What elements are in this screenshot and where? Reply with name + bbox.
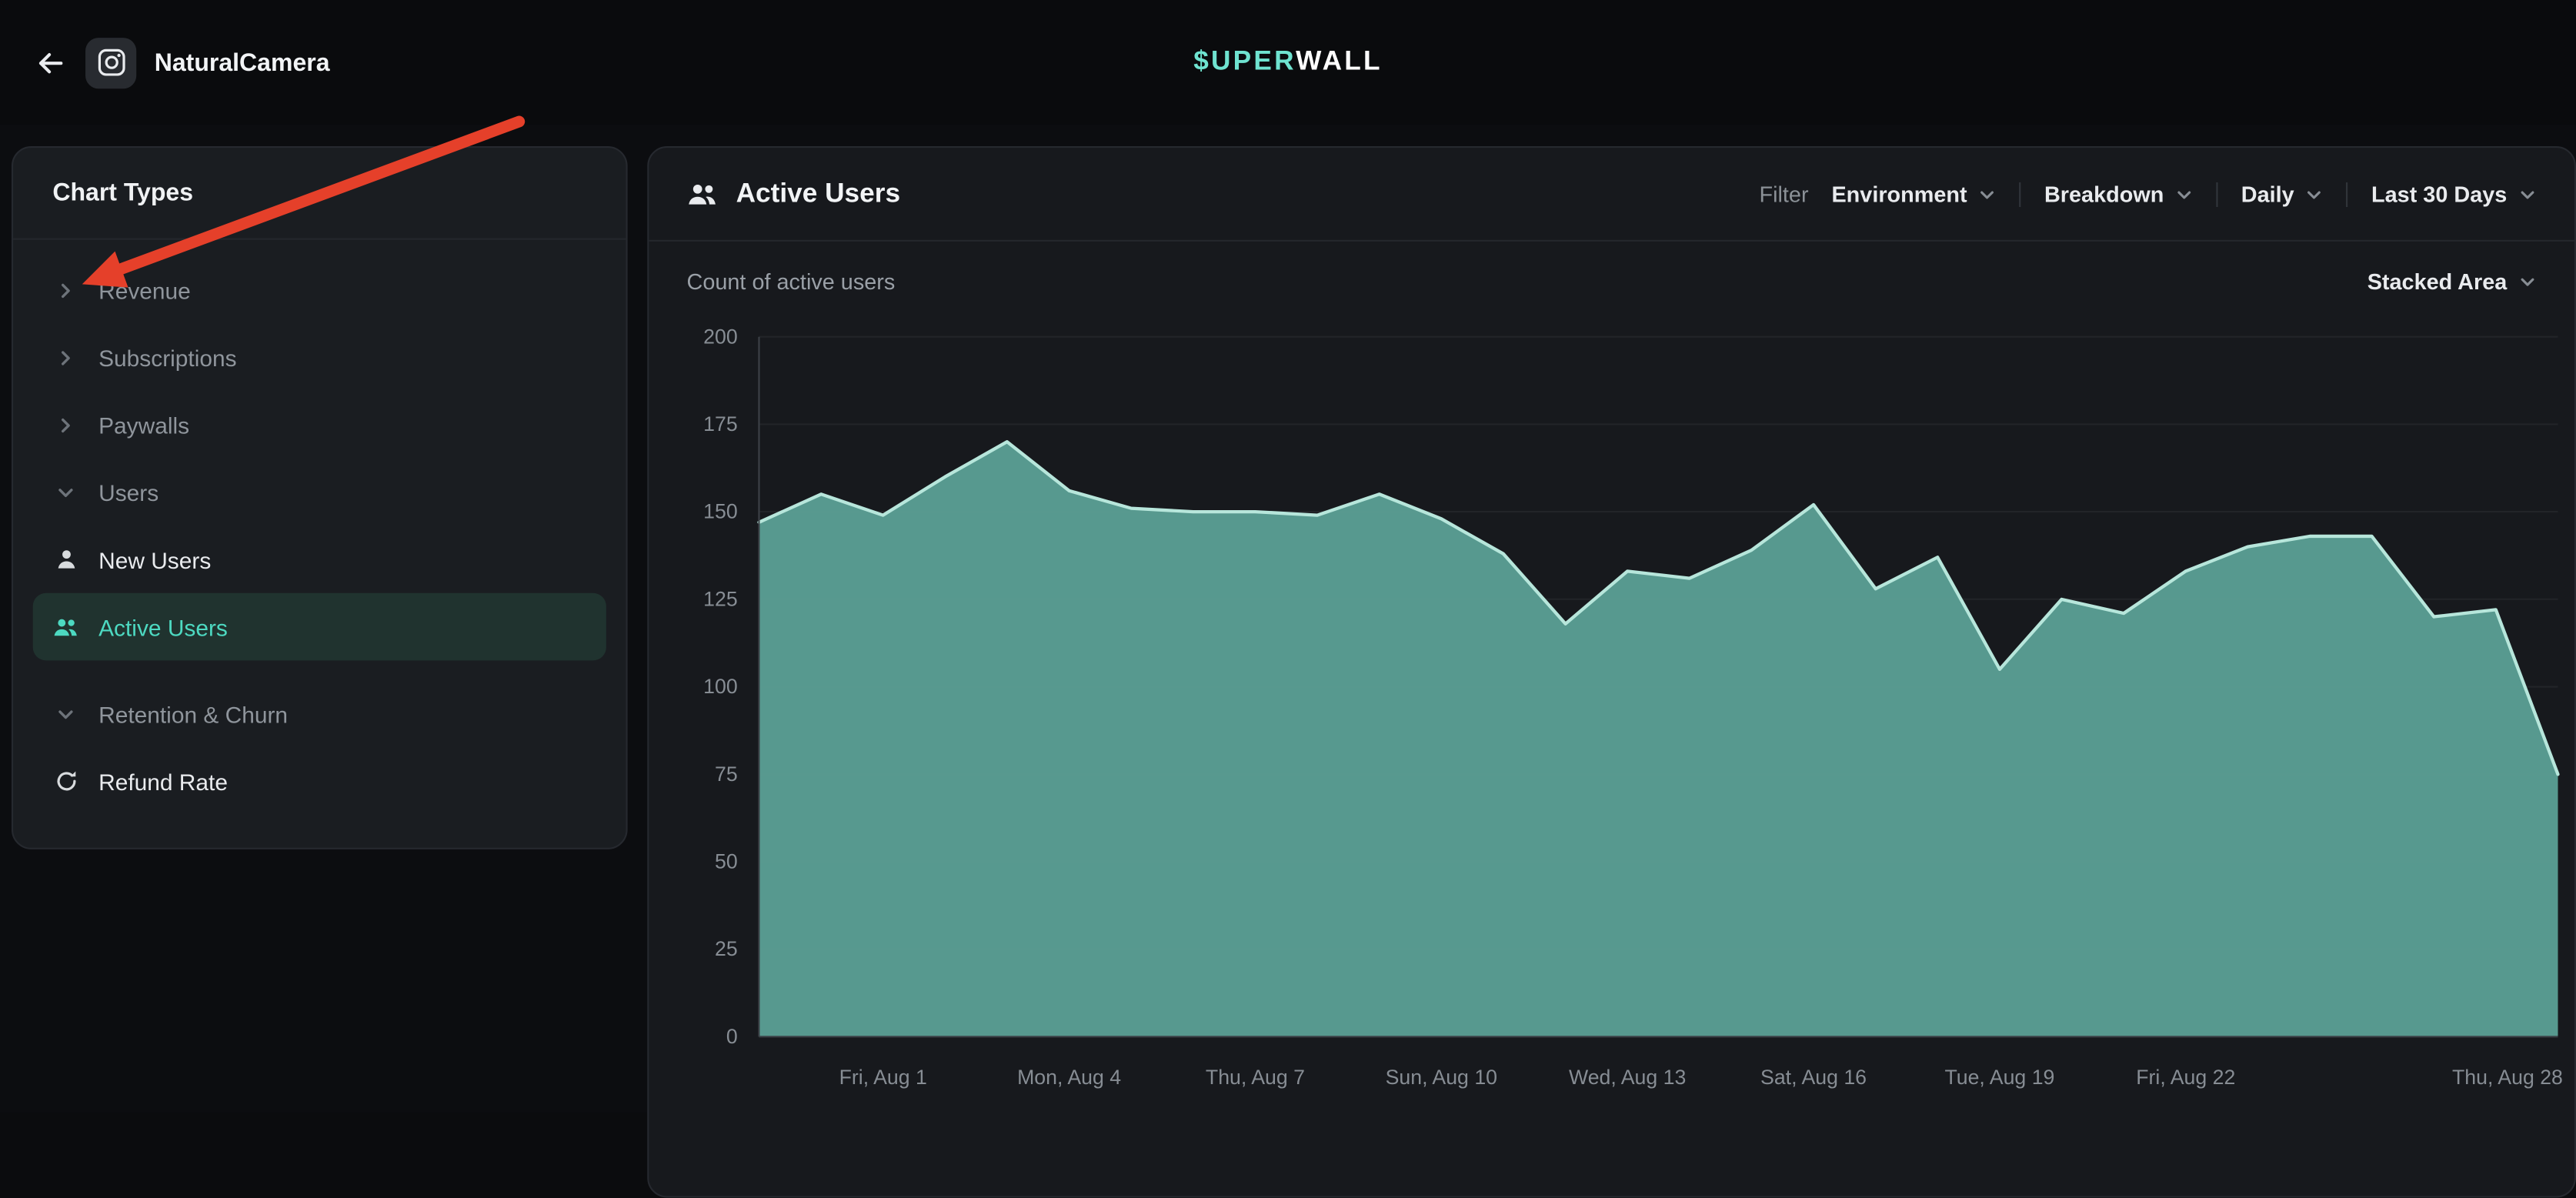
sidebar-item-label: Subscriptions bbox=[98, 344, 236, 370]
chart-panel: Active Users Filter Environment Breakdow… bbox=[647, 146, 2576, 1198]
users-icon bbox=[52, 613, 78, 639]
users-icon bbox=[687, 180, 719, 208]
chart-subtitle: Count of active users bbox=[687, 269, 896, 294]
interval-dropdown[interactable]: Daily bbox=[2241, 182, 2324, 206]
chevron-down-icon bbox=[2518, 185, 2536, 202]
panel-title: Chart Types bbox=[13, 148, 626, 238]
refresh-icon bbox=[52, 768, 78, 794]
controls-divider bbox=[2020, 182, 2021, 206]
dropdown-label: Environment bbox=[1831, 182, 1967, 206]
dropdown-label: Stacked Area bbox=[2367, 269, 2508, 294]
sidebar-item-label: Retention & Churn bbox=[98, 701, 288, 727]
chevron-down-icon bbox=[2175, 185, 2193, 202]
chevron-down-icon bbox=[1979, 185, 1997, 202]
chart-types-panel: Chart Types Revenue Subscriptions Paywal… bbox=[12, 146, 628, 849]
dropdown-label: Breakdown bbox=[2044, 182, 2164, 206]
chart-subheader: Count of active users Stacked Area bbox=[649, 242, 2574, 322]
chart-types-nav: Revenue Subscriptions Paywalls Users bbox=[13, 240, 626, 838]
back-button[interactable] bbox=[26, 39, 72, 85]
chart-controls: Filter Environment Breakdown Daily La bbox=[1759, 182, 2536, 206]
environment-dropdown[interactable]: Environment bbox=[1831, 182, 1997, 206]
arrow-left-icon bbox=[34, 47, 65, 78]
sidebar-item-label: New Users bbox=[98, 546, 211, 572]
sidebar-item-revenue[interactable]: Revenue bbox=[33, 256, 606, 324]
user-icon bbox=[52, 546, 78, 572]
chevron-down-icon bbox=[2306, 185, 2324, 202]
sidebar-item-label: Refund Rate bbox=[98, 768, 228, 794]
date-range-dropdown[interactable]: Last 30 Days bbox=[2371, 182, 2537, 206]
chart-type-dropdown[interactable]: Stacked Area bbox=[2367, 269, 2537, 294]
controls-divider bbox=[2217, 182, 2218, 206]
sidebar-item-paywalls[interactable]: Paywalls bbox=[33, 391, 606, 459]
dropdown-label: Daily bbox=[2241, 182, 2294, 206]
app-icon[interactable] bbox=[85, 37, 136, 88]
chart-panel-header: Active Users Filter Environment Breakdow… bbox=[649, 148, 2574, 240]
chevron-down-icon bbox=[52, 479, 78, 505]
topbar: NaturalCamera $UPERWALL bbox=[0, 0, 2576, 125]
page-title: Active Users bbox=[736, 179, 900, 210]
camera-icon bbox=[96, 48, 125, 77]
logo-suffix: WALL bbox=[1296, 47, 1383, 76]
sidebar-item-retention-churn[interactable]: Retention & Churn bbox=[33, 680, 606, 748]
app-window: NaturalCamera $UPERWALL Chart Types Reve… bbox=[0, 0, 2576, 1113]
sidebar-item-users[interactable]: Users bbox=[33, 459, 606, 526]
sidebar-item-active-users[interactable]: Active Users bbox=[33, 593, 606, 661]
sidebar-item-label: Users bbox=[98, 479, 158, 505]
superwall-logo: $UPERWALL bbox=[1193, 47, 1383, 78]
sidebar-item-label: Paywalls bbox=[98, 412, 189, 438]
controls-divider bbox=[2347, 182, 2348, 206]
sidebar-item-new-users[interactable]: New Users bbox=[33, 526, 606, 593]
sidebar-item-label: Revenue bbox=[98, 277, 191, 303]
app-name: NaturalCamera bbox=[155, 48, 330, 76]
chevron-right-icon bbox=[52, 344, 78, 370]
chevron-right-icon bbox=[52, 277, 78, 303]
chevron-down-icon bbox=[52, 701, 78, 727]
breakdown-dropdown[interactable]: Breakdown bbox=[2044, 182, 2194, 206]
sidebar-item-label: Active Users bbox=[98, 613, 228, 639]
sidebar-item-subscriptions[interactable]: Subscriptions bbox=[33, 324, 606, 392]
chevron-down-icon bbox=[2518, 272, 2536, 290]
chevron-right-icon bbox=[52, 412, 78, 438]
dropdown-label: Last 30 Days bbox=[2371, 182, 2507, 206]
logo-prefix: $UPER bbox=[1193, 47, 1296, 76]
filter-label: Filter bbox=[1759, 182, 1808, 206]
sidebar-item-refund-rate[interactable]: Refund Rate bbox=[33, 748, 606, 816]
